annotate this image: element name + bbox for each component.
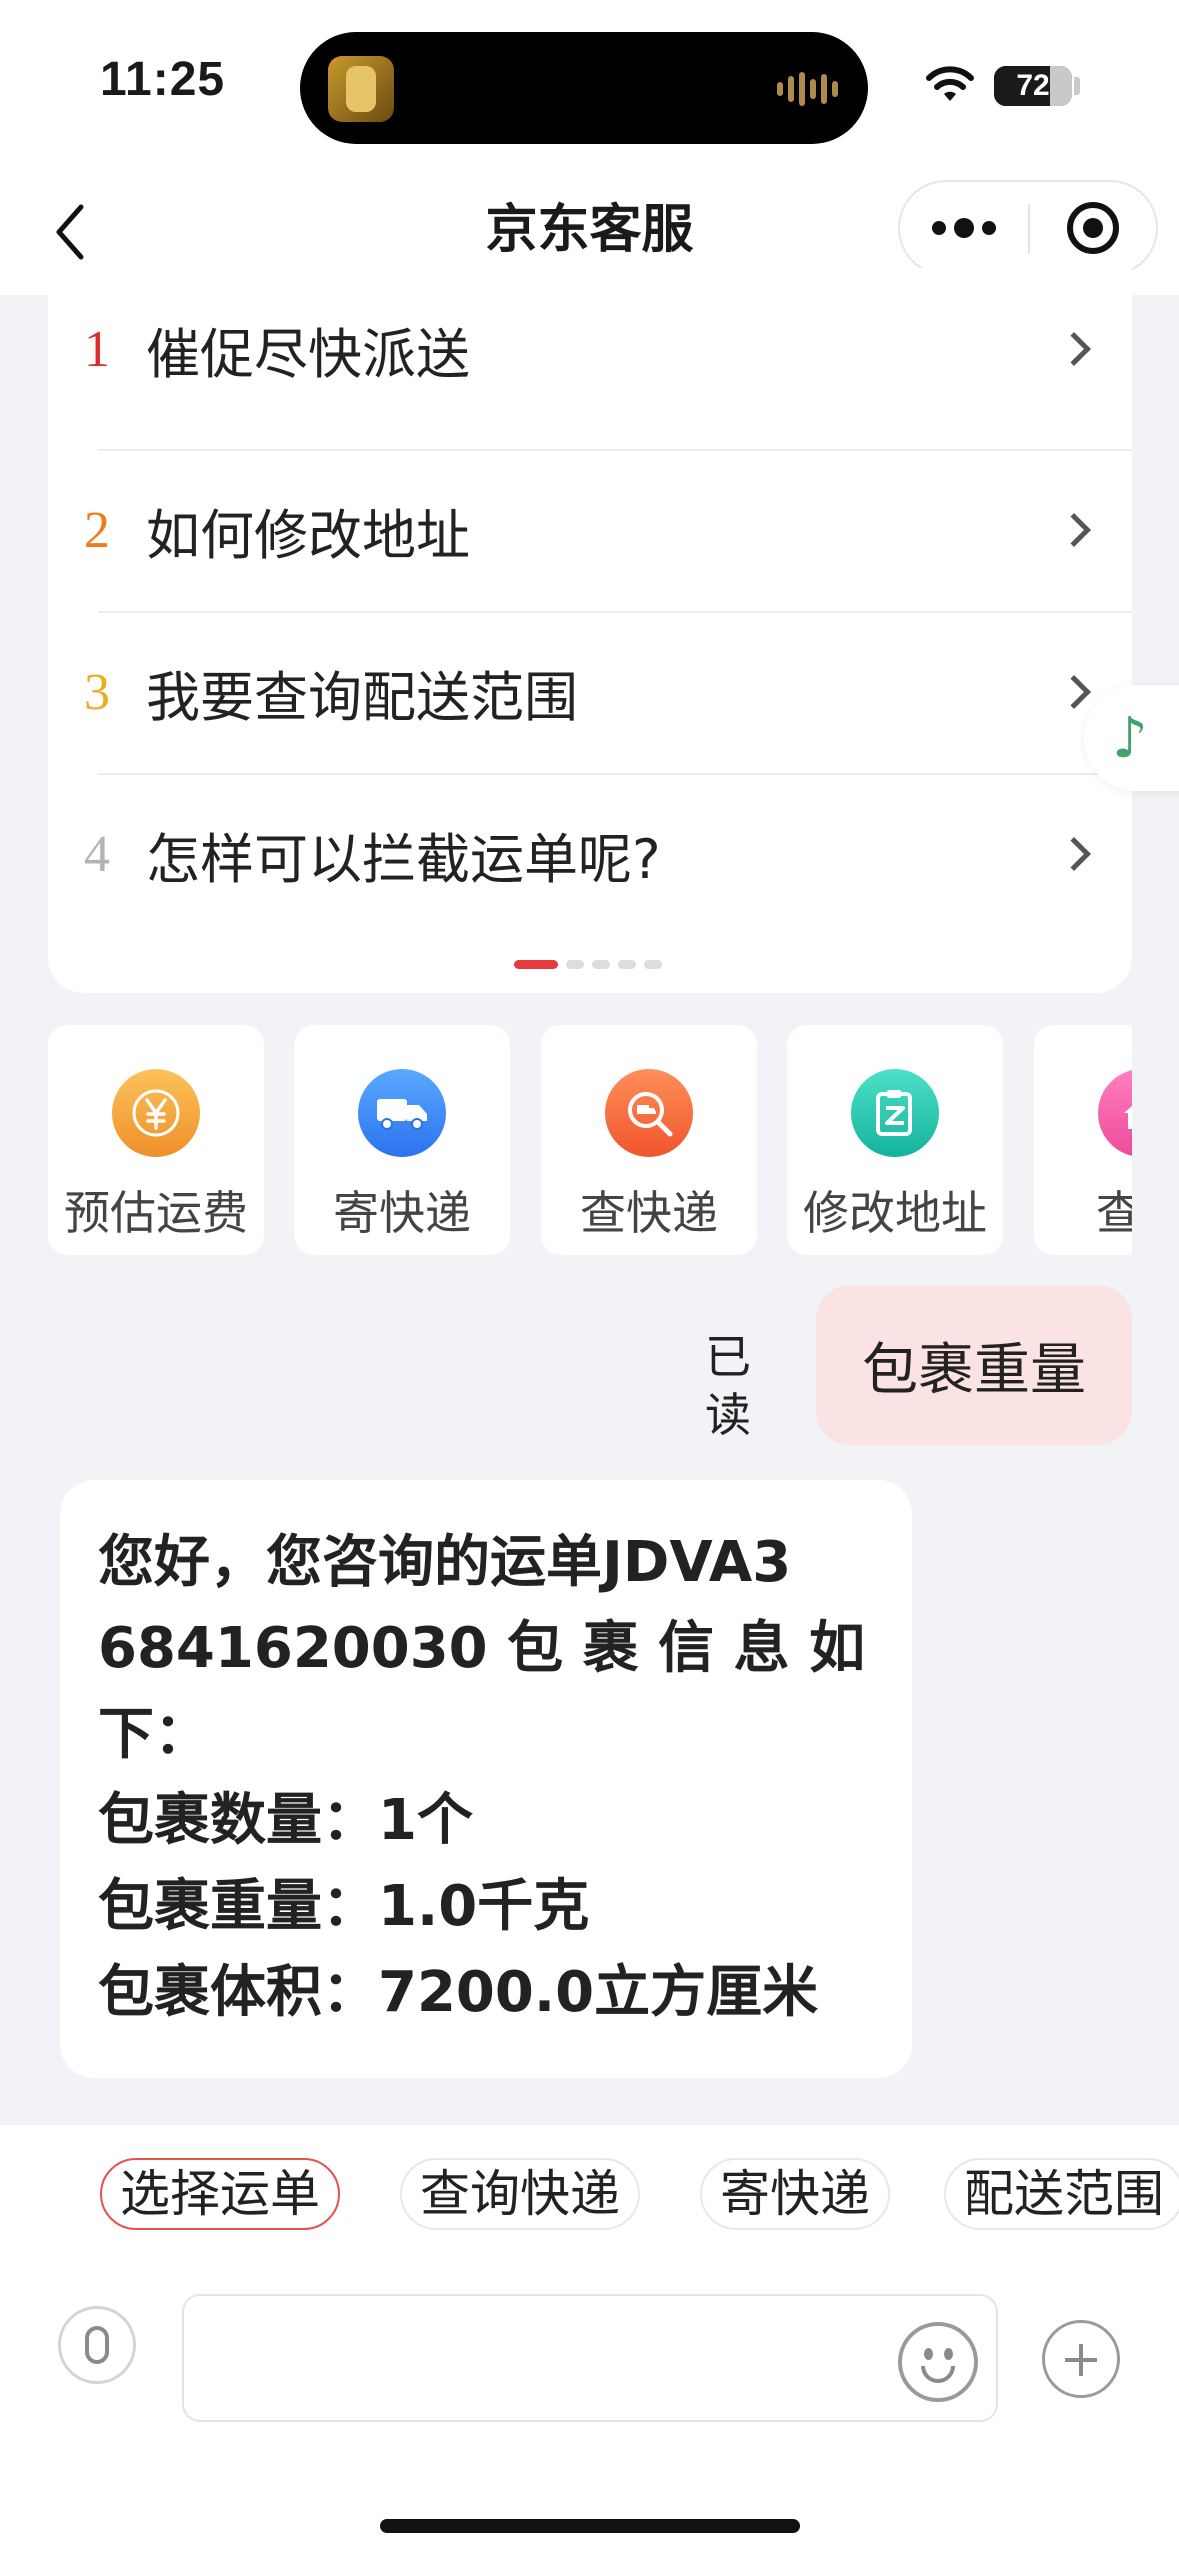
audio-wave-icon: [777, 72, 838, 106]
message-line: 您好，您咨询的运单JDVA3: [98, 1530, 792, 1595]
faq-item-1[interactable]: 1 催促尽快派送: [48, 268, 1132, 430]
emoji-icon: [924, 2348, 933, 2360]
chip-query-express[interactable]: 查询快递: [400, 2158, 640, 2230]
chevron-right-icon: [1057, 513, 1091, 547]
service-label: 查快递: [580, 1186, 718, 1240]
service-label: 预估运费: [64, 1186, 248, 1240]
pagination-dots[interactable]: [514, 960, 662, 969]
yen-icon: [112, 1069, 200, 1157]
app-avatar-icon: [328, 56, 394, 122]
service-estimate-fee[interactable]: 预估运费: [48, 1025, 264, 1255]
battery-tip: [1074, 77, 1080, 95]
faq-item-4[interactable]: 4 怎样可以拦截运单呢?: [48, 773, 1132, 935]
chevron-right-icon: [1057, 332, 1091, 366]
faq-label: 催促尽快派送: [146, 322, 470, 386]
user-message-bubble[interactable]: 包裹重量: [816, 1285, 1132, 1445]
service-send-express[interactable]: 寄快递: [294, 1025, 510, 1255]
home-icon: [1098, 1069, 1132, 1157]
message-line: 6841620030 包 裹 信 息 如: [98, 1616, 866, 1681]
service-label: 寄快递: [333, 1186, 471, 1240]
battery-level: 72: [1016, 69, 1050, 102]
voice-button[interactable]: [58, 2306, 136, 2384]
home-indicator[interactable]: [380, 2519, 800, 2533]
message-line: 包裹体积：7200.0立方厘米: [98, 1960, 819, 2025]
service-query[interactable]: 查询: [1034, 1025, 1132, 1255]
pagination-dot[interactable]: [644, 960, 662, 969]
more-button[interactable]: [900, 182, 1028, 274]
faq-number: 2: [84, 501, 110, 559]
pagination-dot[interactable]: [566, 960, 584, 969]
message-line: 下：: [98, 1702, 210, 1767]
faq-label: 怎样可以拦截运单呢?: [146, 827, 661, 891]
bot-message-bubble[interactable]: 您好，您咨询的运单JDVA3 6841620030 包 裹 信 息 如 下： 包…: [60, 1480, 912, 2078]
service-label: 查询: [1096, 1186, 1132, 1240]
message-line: 包裹数量：1个: [98, 1788, 473, 1853]
faq-number: 3: [84, 663, 110, 721]
target-icon: [1067, 202, 1119, 254]
service-track-express[interactable]: 查快递: [541, 1025, 757, 1255]
status-time: 11:25: [100, 53, 226, 106]
back-icon: [56, 204, 84, 260]
quick-reply-chips: 选择运单 查询快递 寄快递 配送范围: [100, 2158, 1179, 2230]
service-label: 修改地址: [803, 1186, 987, 1240]
voice-icon: [85, 2326, 109, 2364]
faq-number: 4: [84, 825, 110, 883]
pagination-dot[interactable]: [514, 960, 558, 969]
chip-send-express[interactable]: 寄快递: [700, 2158, 890, 2230]
music-note-icon: ♪: [1112, 705, 1148, 771]
faq-card: 1 催促尽快派送 2 如何修改地址 3 我要查询配送范围 4 怎样可以拦截运单呢…: [48, 268, 1132, 993]
chip-select-waybill[interactable]: 选择运单: [100, 2158, 340, 2230]
battery-icon: 72: [994, 66, 1072, 106]
message-input[interactable]: [182, 2294, 998, 2422]
chip-delivery-range[interactable]: 配送范围: [944, 2158, 1179, 2230]
more-icon: [932, 221, 946, 235]
close-mini-program-button[interactable]: [1030, 182, 1156, 274]
truck-icon: [358, 1069, 446, 1157]
service-edit-address[interactable]: 修改地址: [787, 1025, 1003, 1255]
faq-label: 我要查询配送范围: [146, 665, 578, 729]
emoji-button[interactable]: [898, 2322, 978, 2402]
chevron-right-icon: [1057, 675, 1091, 709]
pagination-dot[interactable]: [618, 960, 636, 969]
edit-doc-icon: [851, 1069, 939, 1157]
message-line: 包裹重量：1.0千克: [98, 1874, 590, 1939]
back-button[interactable]: [40, 192, 100, 272]
faq-item-2[interactable]: 2 如何修改地址: [48, 449, 1132, 611]
pagination-dot[interactable]: [592, 960, 610, 969]
faq-item-3[interactable]: 3 我要查询配送范围: [48, 611, 1132, 773]
wifi-icon: [926, 66, 974, 101]
search-truck-icon: [605, 1069, 693, 1157]
chevron-right-icon: [1057, 837, 1091, 871]
music-float-button[interactable]: ♪: [1084, 685, 1179, 791]
quick-service-row: 预估运费 寄快递 查快递 修改地址 查询: [48, 1025, 1132, 1255]
read-status: 已读: [705, 1330, 751, 1442]
plus-button[interactable]: [1042, 2320, 1120, 2398]
faq-number: 1: [84, 320, 110, 378]
faq-label: 如何修改地址: [146, 503, 470, 567]
mini-program-capsule: [898, 180, 1158, 276]
dynamic-island[interactable]: [300, 32, 868, 144]
